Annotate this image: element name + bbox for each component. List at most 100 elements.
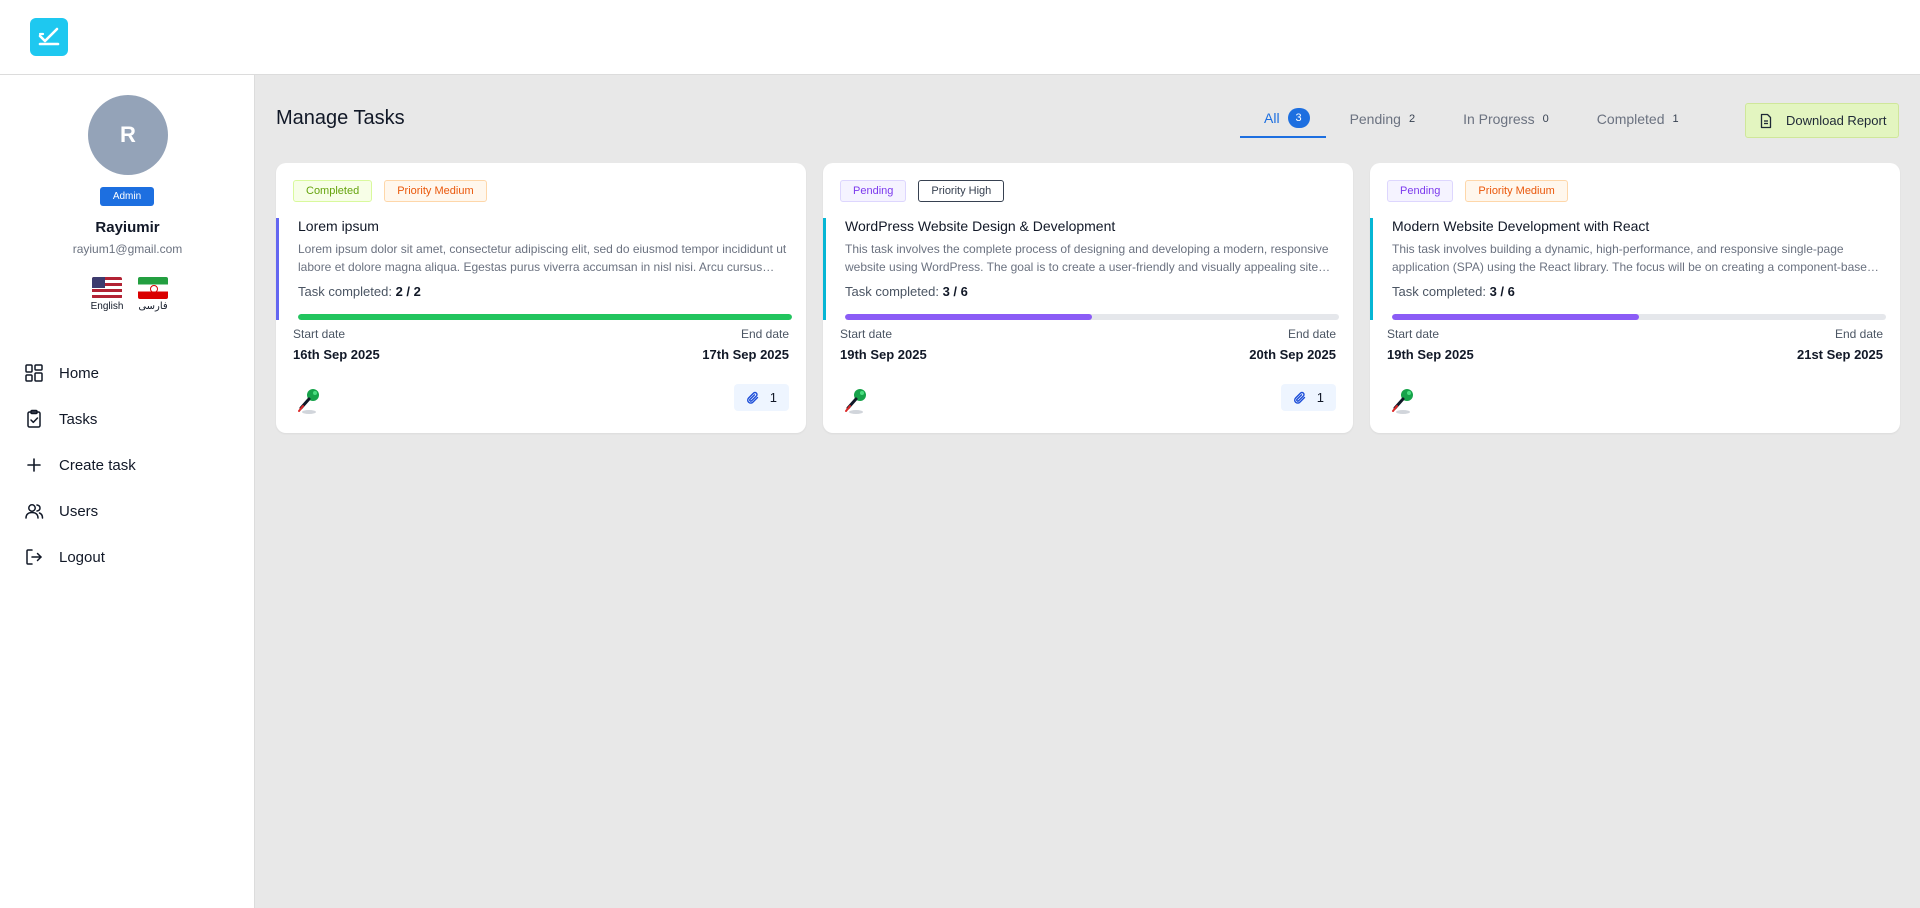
- task-title: WordPress Website Design & Development: [845, 218, 1116, 234]
- iran-flag-icon: [138, 277, 168, 299]
- tab-label: In Progress: [1463, 111, 1535, 127]
- sidebar-item-logout[interactable]: Logout: [0, 534, 255, 580]
- tab-all[interactable]: All 3: [1240, 100, 1326, 138]
- start-date: Start date 19th Sep 2025: [1387, 327, 1474, 362]
- tab-count-badge: 2: [1408, 113, 1416, 125]
- task-description: Lorem ipsum dolor sit amet, consectetur …: [298, 242, 787, 274]
- attachment-count-value: 1: [769, 390, 777, 405]
- task-progress-value: 2 / 2: [395, 284, 421, 299]
- task-title: Lorem ipsum: [298, 218, 379, 234]
- tab-label: All: [1264, 110, 1280, 126]
- status-badge: Completed: [293, 180, 373, 202]
- clipboard-check-icon: [27, 409, 41, 428]
- end-date-value: 21st Sep 2025: [1796, 347, 1883, 362]
- task-dates: Start date 16th Sep 2025 End date 17th S…: [293, 327, 789, 362]
- task-progress-value: 3 / 6: [1489, 284, 1515, 299]
- start-date-label: Start date: [1387, 327, 1440, 341]
- sidebar-item-create-task[interactable]: Create task: [0, 442, 255, 488]
- end-date-label: End date: [1287, 327, 1336, 341]
- task-tags: Pending Priority High: [840, 180, 1005, 202]
- tab-pending[interactable]: Pending 2: [1326, 100, 1440, 138]
- task-dates: Start date 19th Sep 2025 End date 20th S…: [840, 327, 1336, 362]
- status-badge: Pending: [1387, 180, 1454, 202]
- users-icon: [25, 504, 44, 519]
- assignee-avatar-icon: [1392, 389, 1413, 414]
- progress-bar-fill: [845, 314, 1092, 320]
- role-badge: Admin: [100, 187, 154, 206]
- language-label: English: [90, 301, 124, 312]
- sidebar-item-label: Home: [59, 364, 100, 382]
- status-badge: Pending: [840, 180, 907, 202]
- top-bar: [0, 0, 1920, 75]
- tab-label: Completed: [1596, 111, 1665, 127]
- us-flag-icon: [92, 277, 122, 299]
- user-email: rayium1@gmail.com: [72, 242, 183, 256]
- start-date: Start date 16th Sep 2025: [293, 327, 380, 362]
- task-progress-value: 3 / 6: [942, 284, 968, 299]
- task-progress-text: Task completed: 3 / 6: [845, 284, 1353, 299]
- language-switcher: English فارسی: [90, 277, 170, 312]
- paperclip-icon: [746, 391, 758, 404]
- start-date-label: Start date: [840, 327, 893, 341]
- paperclip-icon: [1293, 391, 1305, 404]
- language-persian[interactable]: فارسی: [136, 277, 170, 312]
- task-tags: Completed Priority Medium: [293, 180, 487, 202]
- sidebar-nav: Home Tasks Create task Users Logout: [0, 350, 255, 580]
- task-cards: Completed Priority Medium Lorem ipsum Lo…: [276, 163, 1900, 433]
- tab-label: Pending: [1349, 111, 1401, 127]
- end-date: End date 21st Sep 2025: [1797, 327, 1883, 362]
- download-report-button[interactable]: Download Report: [1745, 103, 1899, 138]
- status-tabs: All 3 Pending 2 In Progress 0 Completed …: [1240, 100, 1703, 140]
- priority-badge: Priority Medium: [1465, 180, 1568, 202]
- progress-bar-fill: [1392, 314, 1639, 320]
- sidebar-item-label: Tasks: [59, 410, 98, 428]
- sidebar-item-users[interactable]: Users: [0, 488, 255, 534]
- task-card[interactable]: Completed Priority Medium Lorem ipsum Lo…: [276, 163, 806, 433]
- task-card[interactable]: Pending Priority Medium Modern Website D…: [1370, 163, 1900, 433]
- tab-completed[interactable]: Completed 1: [1573, 100, 1703, 138]
- attachment-count[interactable]: 1: [1280, 384, 1336, 411]
- start-date-value: 19th Sep 2025: [1387, 347, 1474, 362]
- priority-badge: Priority Medium: [384, 180, 487, 202]
- end-date-label: End date: [1834, 327, 1883, 341]
- task-progress-text: Task completed: 2 / 2: [298, 284, 806, 299]
- start-date-value: 16th Sep 2025: [293, 347, 380, 362]
- task-content: Modern Website Development with React Th…: [1370, 218, 1900, 320]
- app-logo-icon[interactable]: [30, 18, 68, 56]
- assignee-avatar-icon: [845, 389, 866, 414]
- progress-bar: [1392, 314, 1886, 320]
- attachment-count[interactable]: 1: [733, 384, 789, 411]
- document-icon: [1760, 113, 1772, 128]
- language-label: فارسی: [138, 301, 168, 312]
- grid-icon: [25, 364, 43, 382]
- start-date-label: Start date: [293, 327, 346, 341]
- task-content: Lorem ipsum Lorem ipsum dolor sit amet, …: [276, 218, 806, 320]
- page-title: Manage Tasks: [276, 107, 405, 129]
- tab-in-progress[interactable]: In Progress 0: [1439, 100, 1573, 138]
- end-date-value: 17th Sep 2025: [702, 347, 789, 362]
- download-report-label: Download Report: [1786, 113, 1887, 128]
- end-date: End date 20th Sep 2025: [1249, 327, 1336, 362]
- sidebar-item-home[interactable]: Home: [0, 350, 255, 396]
- end-date: End date 17th Sep 2025: [702, 327, 789, 362]
- assignee-avatar-icon: [298, 389, 319, 414]
- task-dates: Start date 19th Sep 2025 End date 21st S…: [1387, 327, 1883, 362]
- progress-bar: [298, 314, 792, 320]
- attachment-count-value: 1: [1316, 390, 1324, 405]
- avatar: R: [88, 95, 168, 175]
- task-tags: Pending Priority Medium: [1387, 180, 1568, 202]
- sidebar-item-tasks[interactable]: Tasks: [0, 396, 255, 442]
- logout-icon: [26, 549, 42, 565]
- sidebar-item-label: Logout: [59, 548, 105, 566]
- language-english[interactable]: English: [90, 277, 124, 312]
- tab-count-badge: 0: [1542, 113, 1549, 125]
- task-card[interactable]: Pending Priority High WordPress Website …: [823, 163, 1353, 433]
- task-description: This task involves the complete process …: [845, 242, 1329, 274]
- tab-count-badge: 1: [1672, 113, 1679, 125]
- task-completed-label: Task completed:: [298, 284, 392, 299]
- sidebar: R Admin Rayiumir rayium1@gmail.com Engli…: [0, 75, 255, 908]
- task-content: WordPress Website Design & Development T…: [823, 218, 1353, 320]
- progress-bar-fill: [298, 314, 792, 320]
- sidebar-item-label: Create task: [59, 456, 136, 474]
- end-date-label: End date: [740, 327, 789, 341]
